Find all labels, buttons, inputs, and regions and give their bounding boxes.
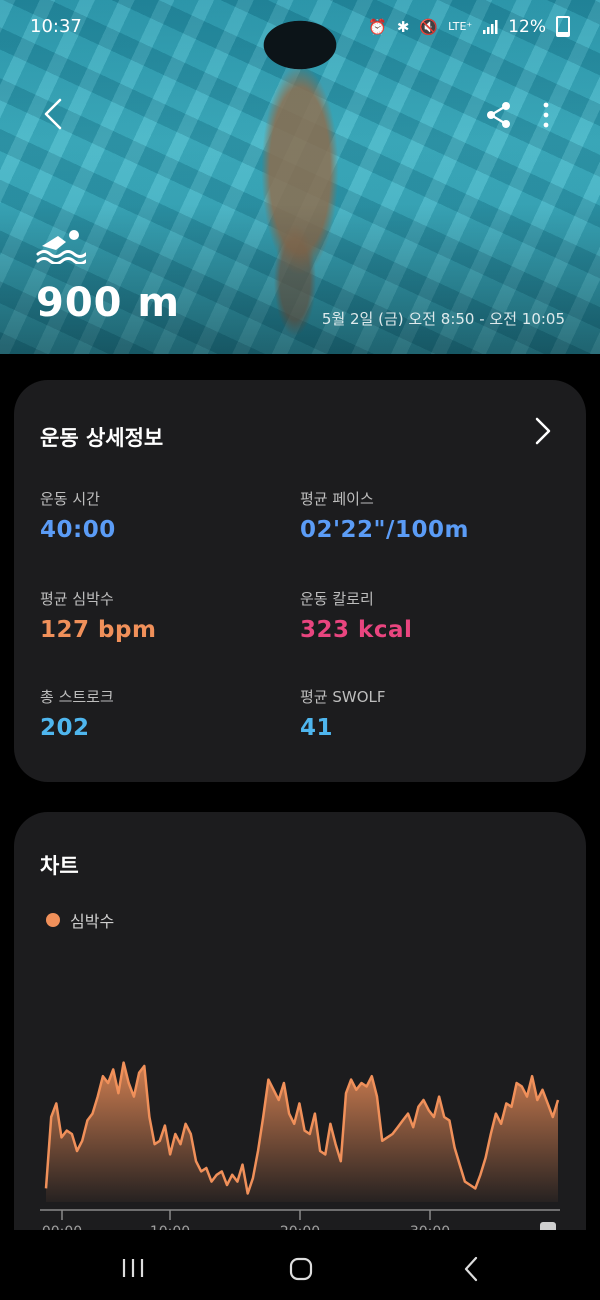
signal-icon <box>483 19 498 34</box>
stat-label: 운동 칼로리 <box>300 590 374 608</box>
home-button[interactable] <box>289 1257 313 1281</box>
chevron-right-icon[interactable] <box>530 416 556 446</box>
stat-avg-pace: 평균 페이스 02'22"/100m <box>300 488 469 543</box>
stat-label: 평균 SWOLF <box>300 688 386 706</box>
mute-icon: 🔇 <box>419 17 439 36</box>
back-button[interactable] <box>38 96 70 132</box>
recent-apps-button[interactable] <box>120 1257 146 1279</box>
alarm-icon: ⏰ <box>368 17 387 36</box>
status-bar: 10:37 ⏰ ✱ 🔇 LTE⁺ 12% <box>0 14 600 44</box>
stat-total-strokes: 총 스트로크 202 <box>40 686 114 741</box>
workout-details-card[interactable]: 운동 상세정보 운동 시간 40:00 평균 페이스 02'22"/100m 평… <box>14 380 586 782</box>
stat-value: 40:00 <box>40 517 116 543</box>
swimming-icon <box>36 230 86 264</box>
share-button[interactable] <box>484 100 514 130</box>
stat-value: 323 kcal <box>300 617 413 643</box>
status-time: 10:37 <box>30 16 82 37</box>
photo-overlay <box>0 204 600 354</box>
stat-value: 127 bpm <box>40 617 157 643</box>
heart-rate-chart: 00:0010:0020:0030:00 <box>40 1061 560 1240</box>
stat-label: 운동 시간 <box>40 490 100 508</box>
stat-avg-swolf: 평균 SWOLF 41 <box>300 686 386 741</box>
stat-value: 41 <box>300 715 334 741</box>
details-title: 운동 상세정보 <box>40 426 164 450</box>
stat-avg-heart-rate: 평균 심박수 127 bpm <box>40 588 156 643</box>
chart-card: 차트 심박수 00:0010:0020:0030:00 <box>14 812 586 1242</box>
bluetooth-icon: ✱ <box>396 17 410 36</box>
navigation-bar <box>0 1230 600 1300</box>
more-options-button[interactable] <box>536 100 556 130</box>
stat-calories: 운동 칼로리 323 kcal <box>300 588 412 643</box>
total-distance: 900 m <box>36 280 181 326</box>
battery-icon <box>556 16 570 37</box>
battery-level: 12% <box>508 16 546 37</box>
stat-label: 평균 심박수 <box>40 590 114 608</box>
stat-value: 202 <box>40 715 90 741</box>
workout-date-range: 5월 2일 (금) 오전 8:50 - 오전 10:05 <box>321 310 565 328</box>
status-icons: ⏰ ✱ 🔇 LTE⁺ 12% <box>368 16 570 37</box>
nav-back-button[interactable] <box>460 1255 482 1283</box>
heart-rate-area <box>46 1062 558 1202</box>
stat-label: 총 스트로크 <box>40 688 114 706</box>
stat-value: 02'22"/100m <box>300 517 469 543</box>
stat-duration: 운동 시간 40:00 <box>40 488 116 543</box>
network-label: LTE⁺ <box>448 20 473 33</box>
stat-label: 평균 페이스 <box>300 490 374 508</box>
